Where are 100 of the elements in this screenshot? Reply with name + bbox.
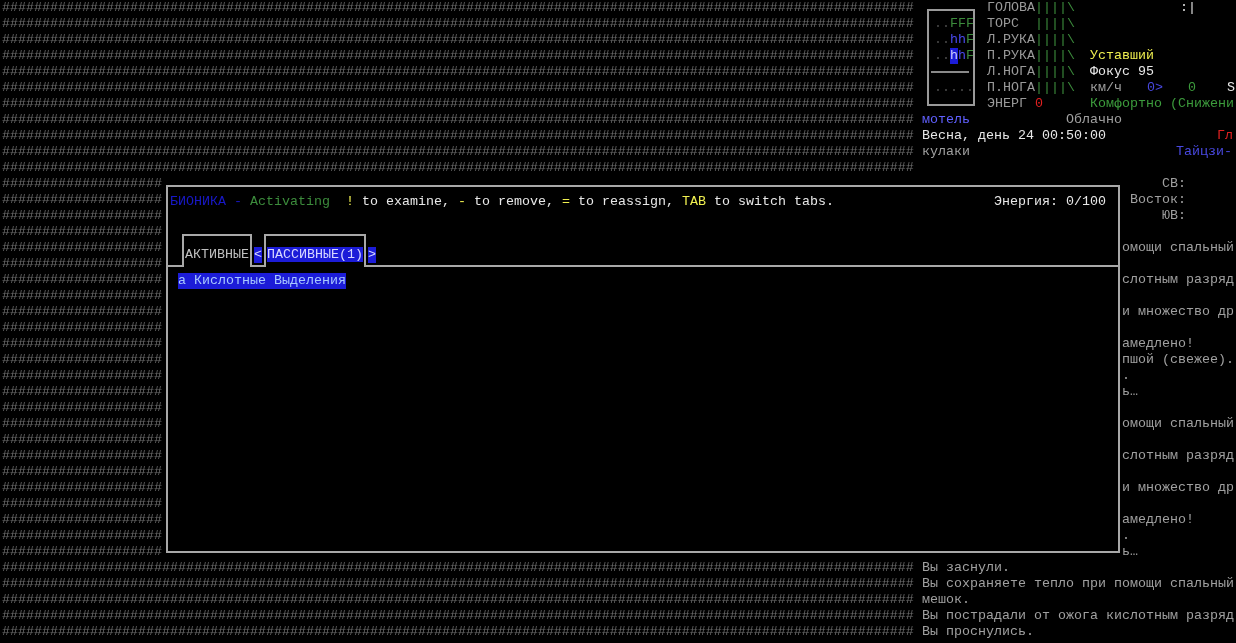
fatigue-status: Уставший bbox=[1090, 48, 1154, 64]
log-message: и множество др bbox=[1122, 480, 1234, 496]
map-row: #################### bbox=[2, 432, 162, 448]
map-row: ################################################################################################################## bbox=[2, 608, 914, 624]
health-text: ||||\ bbox=[1035, 80, 1075, 96]
log-message: амедлено! bbox=[1122, 336, 1194, 352]
health-text: ||||\ bbox=[1035, 48, 1075, 64]
log-message: омощи спальный bbox=[1122, 416, 1234, 432]
map-row: #################### bbox=[2, 512, 162, 528]
log-message: амедлено! bbox=[1122, 512, 1194, 528]
body-part-label: П.НОГА bbox=[987, 80, 1035, 96]
terrain-symbols: F bbox=[966, 32, 974, 48]
map-row: #################### bbox=[2, 528, 162, 544]
map-row: #################### bbox=[2, 176, 162, 192]
terrain-symbols: .. bbox=[934, 16, 950, 32]
bionic-list-item[interactable]: a Кислотные Выделения bbox=[178, 273, 346, 289]
terrain-symbols: .. bbox=[934, 48, 950, 64]
focus-status: Фокус 95 bbox=[1090, 64, 1154, 80]
log-message: омощи спальный bbox=[1122, 240, 1234, 256]
tab[interactable]: ПАССИВНЫЕ(1) bbox=[264, 234, 366, 267]
map-row: #################### bbox=[2, 352, 162, 368]
terrain-symbols: ..... bbox=[934, 80, 974, 96]
map-row: ################################################################################################################## bbox=[2, 64, 914, 80]
body-part-label: П.РУКА bbox=[987, 48, 1035, 64]
status-letter: S bbox=[1227, 80, 1235, 96]
map-row: ################################################################################################################## bbox=[2, 112, 914, 128]
map-row: #################### bbox=[2, 304, 162, 320]
compass-label: СВ: bbox=[1162, 176, 1186, 192]
mood-indicator: :| bbox=[1180, 0, 1196, 16]
energy-value: 0 bbox=[1035, 96, 1043, 112]
body-part-label: Л.НОГА bbox=[987, 64, 1035, 80]
map-row: #################### bbox=[2, 416, 162, 432]
map-row: #################### bbox=[2, 208, 162, 224]
health-text: ||||\ bbox=[1035, 64, 1075, 80]
health-text: ||||\ bbox=[1035, 16, 1075, 32]
map-row: #################### bbox=[2, 544, 162, 560]
map-row: #################### bbox=[2, 496, 162, 512]
log-message: ь… bbox=[1122, 544, 1138, 560]
status-value: 0 bbox=[1188, 80, 1196, 96]
map-row: ################################################################################################################## bbox=[2, 560, 914, 576]
map-row: ################################################################################################################## bbox=[2, 96, 914, 112]
compass-label: Восток: bbox=[1130, 192, 1186, 208]
map-row: ################################################################################################################## bbox=[2, 0, 914, 16]
map-row: #################### bbox=[2, 464, 162, 480]
speed-value: 0> bbox=[1147, 80, 1163, 96]
log-message: Вы сохраняете тепло при помощи спальный bbox=[922, 576, 1234, 592]
map-row: ################################################################################################################## bbox=[2, 128, 914, 144]
map-row: ################################################################################################################## bbox=[2, 144, 914, 160]
log-message: . bbox=[1122, 368, 1130, 384]
log-message: слотным разряд bbox=[1122, 272, 1234, 288]
map-row: #################### bbox=[2, 384, 162, 400]
map-row: #################### bbox=[2, 448, 162, 464]
log-message: пшой (свежее). bbox=[1122, 352, 1234, 368]
map-row: #################### bbox=[2, 320, 162, 336]
dialog-header: БИОНИКА - Activating ! to examine, - to remove, = to reassign, TAB to switch tabs. bbox=[170, 194, 834, 210]
map-row: #################### bbox=[2, 240, 162, 256]
terrain-symbols: FFF bbox=[950, 16, 974, 32]
log-message: Вы пострадали от ожога кислотным разряд bbox=[922, 608, 1234, 624]
player-symbol: h bbox=[950, 48, 958, 64]
map-row: ################################################################################################################## bbox=[2, 16, 914, 32]
map-row: #################### bbox=[2, 256, 162, 272]
log-message: . bbox=[1122, 528, 1130, 544]
map-row: #################### bbox=[2, 400, 162, 416]
map-row: ################################################################################################################## bbox=[2, 576, 914, 592]
location-label: мотель bbox=[922, 112, 971, 128]
log-message: ь… bbox=[1122, 384, 1138, 400]
health-text: ||||\ bbox=[1035, 32, 1075, 48]
terrain-symbols: .. bbox=[934, 32, 950, 48]
log-message: Вы заснули. bbox=[922, 560, 1010, 576]
map-row: ################################################################################################################## bbox=[2, 592, 914, 608]
weapon-label: кулаки bbox=[922, 144, 971, 160]
tab[interactable]: АКТИВНЫЕ bbox=[182, 234, 252, 267]
map-row: #################### bbox=[2, 272, 162, 288]
power-label: Энергия: 0/100 bbox=[994, 194, 1106, 210]
body-part-label: ГОЛОВА bbox=[987, 0, 1035, 16]
log-message: слотным разряд bbox=[1122, 448, 1234, 464]
log-message: и множество др bbox=[1122, 304, 1234, 320]
log-message: Вы проснулись. bbox=[922, 624, 1034, 640]
map-row: ################################################################################################################## bbox=[2, 80, 914, 96]
map-row: ################################################################################################################## bbox=[2, 160, 914, 176]
compass-label: ЮВ: bbox=[1162, 208, 1186, 224]
log-message: мешок. bbox=[922, 592, 970, 608]
map-row: #################### bbox=[2, 224, 162, 240]
speed-unit: км/ч bbox=[1090, 80, 1122, 96]
map-row: #################### bbox=[2, 192, 162, 208]
map-row: #################### bbox=[2, 336, 162, 352]
map-row: #################### bbox=[2, 368, 162, 384]
map-row: #################### bbox=[2, 288, 162, 304]
body-part-label: ТОРС bbox=[987, 16, 1020, 32]
terrain-symbols: h bbox=[958, 48, 966, 64]
comfort-status: Комфортно (Снижени bbox=[1090, 96, 1234, 112]
terrain-symbols: hh bbox=[950, 32, 966, 48]
status-label: Гл bbox=[1217, 128, 1233, 144]
map-row: ################################################################################################################## bbox=[2, 48, 914, 64]
martial-style-label: Тайцзи- bbox=[1176, 144, 1232, 160]
terrain-symbols: F bbox=[966, 48, 974, 64]
weather-label: Облачно bbox=[1066, 112, 1122, 128]
map-row: ################################################################################################################## bbox=[2, 624, 914, 640]
health-text: ||||\ bbox=[1035, 0, 1075, 16]
date-time: Весна, день 24 00:50:00 bbox=[922, 128, 1107, 144]
